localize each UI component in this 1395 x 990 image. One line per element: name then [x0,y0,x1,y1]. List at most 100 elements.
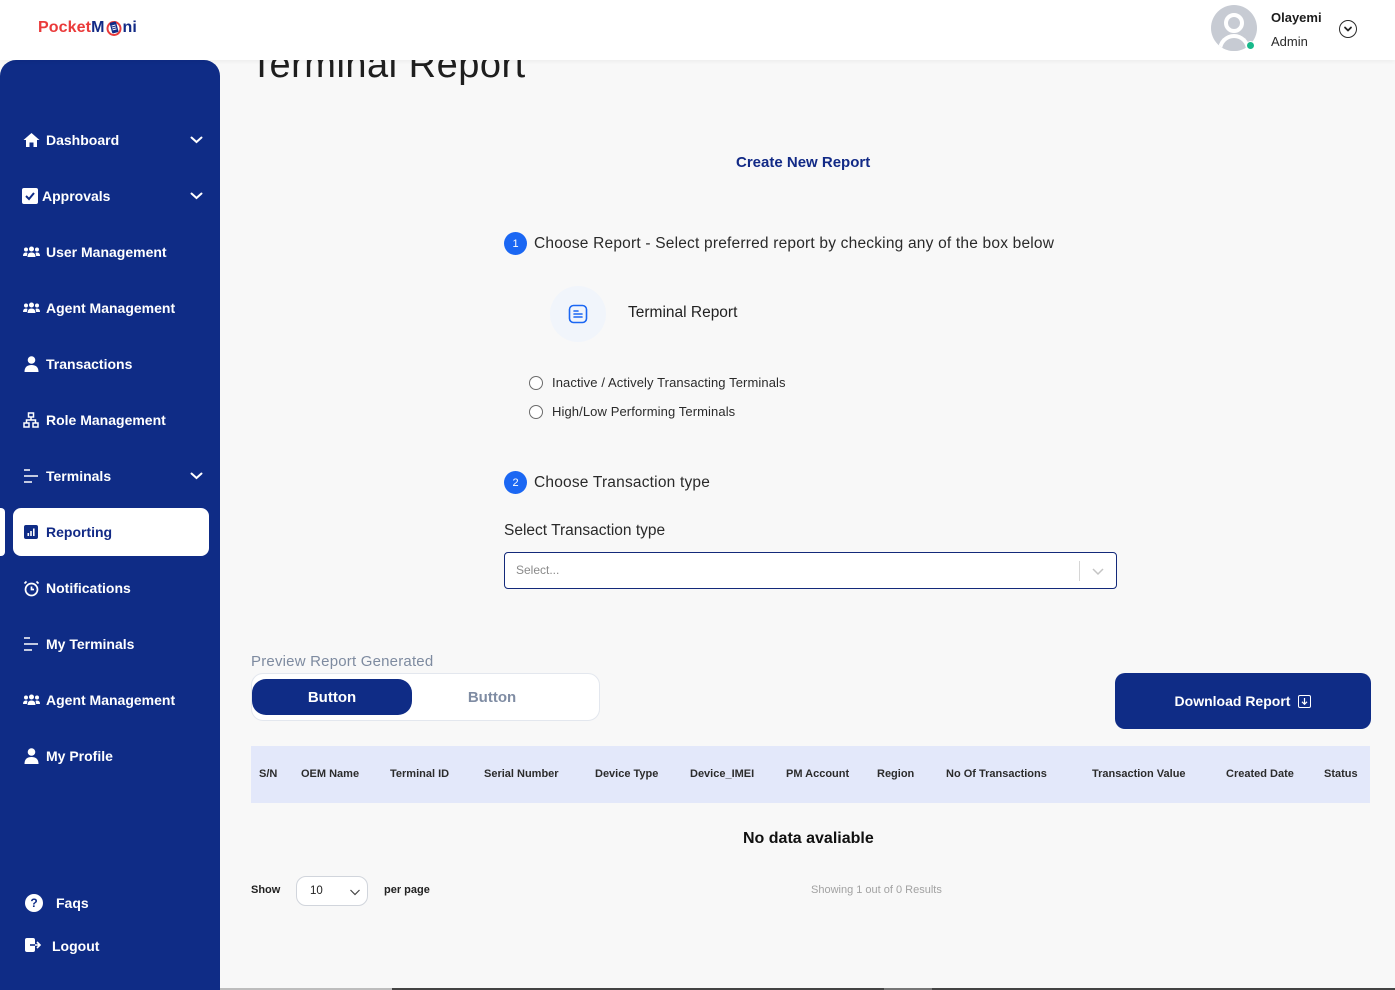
radio-label: High/Low Performing Terminals [552,404,736,419]
user-role: Admin [1271,34,1308,49]
online-status-dot [1246,41,1255,50]
chevron-down-icon[interactable] [189,133,203,147]
sidebar-item-notifications[interactable]: Notifications [13,564,209,612]
sidebar-item-label: My Profile [46,748,113,764]
sidebar-item-reporting[interactable]: Reporting [13,508,209,556]
step-number-badge: 1 [504,232,527,255]
preview-label: Preview Report Generated [251,653,434,670]
column-header[interactable]: Device Type [595,768,658,780]
sidebar-item-agent-management-2[interactable]: Agent Management [13,676,209,724]
users-icon [22,243,40,261]
create-report-title: Create New Report [736,154,871,171]
toggle-button-inactive[interactable]: Button [412,679,572,715]
table-header: S/N OEM Name Terminal ID Serial Number D… [251,746,1370,803]
sidebar-item-label: Transactions [46,356,133,372]
column-header[interactable]: Status [1324,768,1358,780]
sidebar-item-user-management[interactable]: User Management [13,228,209,276]
top-header: Pocket M ni Olayemi Admin [0,0,1395,60]
transaction-type-label: Select Transaction type [504,522,666,539]
radio-button[interactable] [529,375,543,390]
empty-table-message: No data avaliable [743,830,874,847]
user-name: Olayemi [1271,10,1322,25]
preview-toggle-group: Button Button [251,673,600,721]
sidebar-logout[interactable]: Logout [24,934,99,958]
sidebar-item-label: Terminals [46,468,112,484]
chevron-down-icon[interactable] [189,469,203,483]
column-header[interactable]: Terminal ID [390,768,449,780]
column-header[interactable]: Transaction Value [1092,768,1186,780]
logout-icon [24,937,42,956]
report-card[interactable] [550,286,606,342]
select-separator [1079,561,1080,581]
transaction-type-select[interactable]: Select... [504,552,1117,589]
sidebar-item-terminals[interactable]: Terminals [13,452,209,500]
download-report-button[interactable]: Download Report [1115,673,1371,729]
results-count: Showing 1 out of 0 Results [811,884,942,896]
column-header[interactable]: No Of Transactions [946,768,1047,780]
chevron-down-icon[interactable] [189,189,203,203]
column-header[interactable]: S/N [259,768,277,780]
user-icon [22,355,40,373]
download-icon [1298,694,1312,708]
question-icon: ? [25,894,43,912]
document-icon [568,304,588,324]
per-page-select[interactable]: 10 [296,876,368,906]
radio-button[interactable] [529,404,543,419]
sidebar-item-label: My Terminals [46,636,135,652]
hierarchy-icon [22,411,40,429]
column-header[interactable]: Region [877,768,914,780]
sidebar-faqs[interactable]: ? Faqs [24,891,89,915]
sidebar: Dashboard Approvals User Management Agen… [0,60,220,990]
user-profile[interactable]: Olayemi Admin [1211,5,1391,55]
column-header[interactable]: Serial Number [484,768,559,780]
logo-text-m: M [91,19,105,36]
user-menu-button[interactable] [1339,20,1357,38]
sidebar-item-dashboard[interactable]: Dashboard [13,116,209,164]
option-inactive-active-terminals[interactable]: Inactive / Actively Transacting Terminal… [529,375,786,390]
select-placeholder: Select... [516,563,560,577]
users-icon [22,691,40,709]
sidebar-item-label: User Management [46,244,167,260]
download-label: Download Report [1174,693,1291,709]
sidebar-item-label: Dashboard [46,132,120,148]
sidebar-item-my-profile[interactable]: My Profile [13,732,209,780]
show-label: Show [251,884,281,896]
logout-label: Logout [52,938,100,954]
bar-chart-icon [22,523,40,541]
chevron-down-icon [350,889,360,896]
logo-text-ni: ni [122,19,137,36]
per-page-label: per page [384,884,430,896]
lines-icon [22,635,40,653]
report-card-label: Terminal Report [628,304,738,321]
chevron-down-icon [1344,26,1352,32]
sidebar-item-label: Notifications [46,580,131,596]
sidebar-item-approvals[interactable]: Approvals [13,172,209,220]
sidebar-item-label: Agent Management [46,692,176,708]
column-header[interactable]: PM Account [786,768,849,780]
step-1-text: Choose Report - Select preferred report … [534,234,1055,252]
sidebar-item-my-terminals[interactable]: My Terminals [13,620,209,668]
active-indicator [0,508,5,556]
phone-icon [106,20,122,36]
step-2-text: Choose Transaction type [534,473,711,491]
sidebar-item-agent-management[interactable]: Agent Management [13,284,209,332]
column-header[interactable]: Device_IMEI [690,768,754,780]
step-2: 2 Choose Transaction type [504,471,710,494]
lines-icon [22,467,40,485]
toggle-button-active[interactable]: Button [252,679,412,715]
alarm-clock-icon [22,579,40,597]
column-header[interactable]: Created Date [1226,768,1294,780]
sidebar-item-label: Approvals [42,188,111,204]
sidebar-item-transactions[interactable]: Transactions [13,340,209,388]
column-header[interactable]: OEM Name [301,768,359,780]
sidebar-item-role-management[interactable]: Role Management [13,396,209,444]
sidebar-item-label: Role Management [46,412,166,428]
option-high-low-performing[interactable]: High/Low Performing Terminals [529,404,735,419]
sidebar-item-label: Agent Management [46,300,176,316]
logo-text-pocket: Pocket [38,19,92,36]
chevron-down-icon[interactable] [1091,564,1105,578]
step-number-badge: 2 [504,471,527,494]
logo[interactable]: Pocket M ni [38,19,137,37]
user-icon [22,747,40,765]
avatar-body-shape [1218,34,1250,51]
